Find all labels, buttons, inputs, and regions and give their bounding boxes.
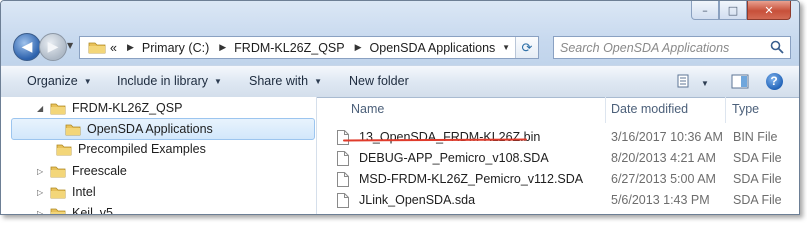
chevron-down-icon: ▼	[314, 76, 322, 86]
view-list-icon	[677, 74, 689, 88]
help-icon: ?	[765, 72, 783, 90]
file-date: 6/27/2013 5:00 AM	[611, 172, 716, 186]
refresh-icon: ⟳	[521, 39, 533, 55]
breadcrumb-current[interactable]: OpenSDA Applications	[370, 41, 496, 55]
minimize-button[interactable]: –	[691, 1, 719, 20]
search-placeholder: Search OpenSDA Applications	[560, 40, 730, 55]
tree-item-label: FRDM-KL26Z_QSP	[72, 101, 183, 115]
column-header-name[interactable]: Name	[351, 102, 384, 116]
arrow-right-icon: ▶	[47, 39, 59, 55]
tree-item-frdm-kl26z-qsp[interactable]: ◢ FRDM-KL26Z_QSP	[37, 98, 182, 118]
tree-item-label: OpenSDA Applications	[87, 122, 213, 136]
tree-item-precompiled-examples[interactable]: Precompiled Examples	[52, 139, 206, 159]
breadcrumb-qsp[interactable]: FRDM-KL26Z_QSP	[234, 41, 344, 55]
file-icon	[337, 150, 349, 166]
folder-icon	[50, 166, 66, 177]
file-row[interactable]: MSD-FRDM-KL26Z_Pemicro_v112.SDA 6/27/201…	[337, 169, 797, 189]
folder-icon	[50, 208, 66, 214]
share-with-button[interactable]: Share with ▼	[249, 74, 322, 88]
tree-item-label: Precompiled Examples	[78, 142, 206, 156]
column-divider[interactable]	[605, 97, 606, 123]
organize-label: Organize	[27, 74, 78, 88]
expanded-arrow-icon[interactable]: ◢	[37, 104, 46, 113]
title-bar: – □ ✕ ◀ ▶ ▼ « ▶ Primary (C:) ▶ FRDM-KL26…	[1, 1, 799, 71]
column-header-date[interactable]: Date modified	[611, 102, 688, 116]
navigation-pane: ◢ FRDM-KL26Z_QSP OpenSDA Applications Pr…	[1, 97, 317, 214]
help-button[interactable]: ?	[763, 71, 785, 91]
navigation-bar: ◀ ▶ ▼ « ▶ Primary (C:) ▶ FRDM-KL26Z_QSP …	[9, 33, 799, 61]
chevron-down-icon: ▼	[83, 76, 92, 86]
tree-item-opensda-applications[interactable]: OpenSDA Applications	[11, 118, 315, 140]
view-options-button[interactable]	[675, 71, 697, 91]
back-button[interactable]: ◀	[13, 33, 41, 61]
column-divider[interactable]	[725, 97, 726, 123]
include-in-library-button[interactable]: Include in library ▼	[117, 74, 222, 88]
address-bar[interactable]: « ▶ Primary (C:) ▶ FRDM-KL26Z_QSP ▶ Open…	[79, 36, 539, 59]
file-icon	[337, 171, 349, 187]
column-header-type[interactable]: Type	[732, 102, 759, 116]
file-name: JLink_OpenSDA.sda	[359, 193, 476, 207]
collapsed-arrow-icon[interactable]: ▷	[37, 188, 46, 197]
tree-item-label: Freescale	[72, 164, 127, 178]
file-row[interactable]: JLink_OpenSDA.sda 5/6/2013 1:43 PM SDA F…	[337, 190, 797, 210]
folder-icon	[65, 124, 81, 135]
file-date: 5/6/2013 1:43 PM	[611, 193, 710, 207]
refresh-button[interactable]: ⟳	[515, 37, 538, 58]
search-icon	[770, 40, 784, 54]
new-folder-label: New folder	[349, 74, 409, 88]
chevron-right-icon[interactable]: ▶	[219, 42, 226, 53]
file-icon	[337, 192, 349, 208]
tree-item-freescale[interactable]: ▷ Freescale	[37, 161, 127, 181]
file-date: 3/16/2017 10:36 AM	[611, 130, 723, 144]
preview-pane-button[interactable]	[729, 71, 751, 91]
tree-item-label: Keil_v5	[72, 206, 113, 215]
chevron-right-icon[interactable]: ▶	[127, 42, 134, 53]
collapsed-arrow-icon[interactable]: ▷	[37, 167, 46, 176]
close-button[interactable]: ✕	[747, 1, 791, 20]
include-library-label: Include in library	[117, 74, 209, 88]
address-overflow[interactable]: «	[110, 41, 117, 55]
maximize-button[interactable]: □	[719, 1, 747, 20]
preview-pane-icon	[731, 74, 749, 88]
arrow-left-icon: ◀	[21, 39, 33, 55]
folder-icon	[88, 42, 106, 54]
file-type: SDA File	[733, 172, 782, 186]
file-list: Name Date modified Type 13_OpenSDA_FRDM-…	[317, 97, 799, 214]
file-row[interactable]: 13_OpenSDA_FRDM-KL26Z.bin 3/16/2017 10:3…	[337, 127, 797, 147]
file-date: 8/20/2013 4:21 AM	[611, 151, 716, 165]
folder-icon	[56, 144, 72, 155]
tree-item-intel[interactable]: ▷ Intel	[37, 182, 96, 202]
window-controls: – □ ✕	[691, 1, 791, 21]
file-type: SDA File	[733, 193, 782, 207]
share-with-label: Share with	[249, 74, 309, 88]
file-row[interactable]: DEBUG-APP_Pemicro_v108.SDA 8/20/2013 4:2…	[337, 148, 797, 168]
tree-item-keil-v5[interactable]: ▷ Keil_v5	[37, 203, 113, 215]
chevron-down-icon[interactable]: ▼	[701, 79, 709, 88]
file-type: BIN File	[733, 130, 778, 144]
file-name: MSD-FRDM-KL26Z_Pemicro_v112.SDA	[359, 172, 584, 186]
collapsed-arrow-icon[interactable]: ▷	[37, 209, 46, 215]
search-box[interactable]: Search OpenSDA Applications	[553, 36, 791, 59]
recent-pages-dropdown[interactable]: ▼	[67, 41, 73, 50]
chevron-down-icon: ▼	[214, 76, 222, 86]
file-icon	[337, 129, 349, 145]
folder-icon	[50, 187, 66, 198]
forward-button[interactable]: ▶	[39, 33, 67, 61]
chevron-right-icon[interactable]: ▶	[355, 42, 362, 53]
explorer-window: – □ ✕ ◀ ▶ ▼ « ▶ Primary (C:) ▶ FRDM-KL26…	[0, 0, 800, 215]
file-type: SDA File	[733, 151, 782, 165]
tree-item-label: Intel	[72, 185, 96, 199]
command-bar: Organize ▼ Include in library ▼ Share wi…	[1, 65, 799, 98]
organize-button[interactable]: Organize ▼	[27, 74, 92, 88]
folder-icon	[50, 103, 66, 114]
breadcrumb-drive[interactable]: Primary (C:)	[142, 41, 209, 55]
file-name: 13_OpenSDA_FRDM-KL26Z.bin	[359, 130, 541, 144]
chevron-down-icon[interactable]: ▼	[502, 43, 510, 52]
new-folder-button[interactable]: New folder	[349, 74, 409, 88]
file-name: DEBUG-APP_Pemicro_v108.SDA	[359, 151, 549, 165]
